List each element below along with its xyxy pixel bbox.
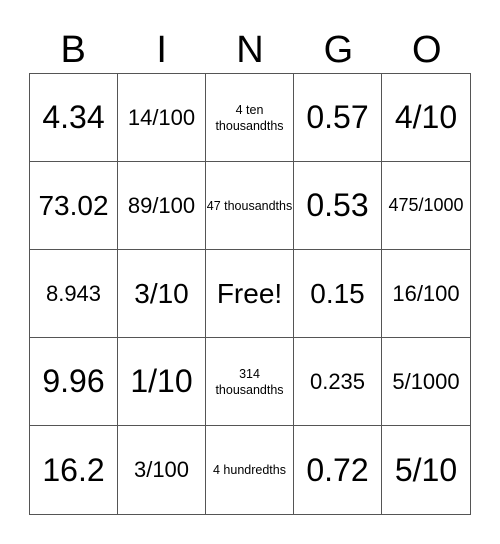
bingo-cell-text: 47 thousandths	[206, 198, 293, 213]
bingo-cell-text: Free!	[216, 277, 283, 309]
bingo-cell[interactable]: 16.2	[30, 426, 118, 514]
bingo-cell-text: 4/10	[394, 99, 458, 135]
bingo-cell-text: 0.235	[309, 368, 366, 394]
bingo-cell-text: 314 thousandths	[215, 366, 284, 397]
bingo-cell[interactable]: 89/100	[118, 162, 206, 250]
bingo-cell[interactable]: 314 thousandths	[206, 338, 294, 426]
bingo-cell-text: 8.943	[45, 280, 102, 306]
bingo-cell[interactable]: 8.943	[30, 250, 118, 338]
bingo-cell-text: 0.57	[306, 99, 369, 135]
bingo-free-space[interactable]: Free!	[206, 250, 294, 338]
bingo-cell-text: 5/10	[394, 451, 458, 488]
bingo-cell[interactable]: 4/10	[382, 74, 470, 162]
header-letter-o: O	[412, 29, 442, 71]
bingo-cell-text: 3/10	[134, 277, 189, 309]
bingo-cell[interactable]: 4 ten thousandths	[206, 74, 294, 162]
bingo-cell-text: 1/10	[130, 363, 193, 399]
bingo-cell[interactable]: 5/1000	[382, 338, 470, 426]
header-letter-b: B	[60, 29, 86, 71]
bingo-cell-text: 9.96	[42, 363, 105, 399]
header-letter-n: N	[236, 29, 264, 71]
bingo-cell[interactable]: 4.34	[30, 74, 118, 162]
bingo-cell[interactable]: 73.02	[30, 162, 118, 250]
bingo-cell[interactable]: 0.57	[294, 74, 382, 162]
bingo-cell-text: 89/100	[127, 192, 196, 218]
bingo-cell[interactable]: 0.72	[294, 426, 382, 514]
bingo-cell[interactable]: 0.15	[294, 250, 382, 338]
bingo-cell-text: 0.72	[306, 451, 369, 488]
bingo-cell[interactable]: 0.53	[294, 162, 382, 250]
bingo-header: B I N G O	[29, 30, 471, 70]
bingo-cell[interactable]: 47 thousandths	[206, 162, 294, 250]
bingo-cell-text: 16.2	[42, 451, 105, 488]
bingo-cell[interactable]: 5/10	[382, 426, 470, 514]
bingo-card-grid: 4.34 14/100 4 ten thousandths 0.57 4/10 73.02…	[29, 73, 471, 515]
bingo-cell-text: 0.53	[306, 187, 369, 223]
bingo-cell-text: 4.34	[42, 99, 105, 135]
bingo-cell-text: 3/100	[133, 457, 190, 482]
bingo-cell[interactable]: 475/1000	[382, 162, 470, 250]
bingo-cell-text: 0.15	[310, 277, 365, 309]
bingo-cell[interactable]: 3/10	[118, 250, 206, 338]
bingo-cell[interactable]: 9.96	[30, 338, 118, 426]
bingo-cell-text: 4 ten thousandths	[215, 102, 284, 133]
bingo-cell[interactable]: 16/100	[382, 250, 470, 338]
bingo-cell[interactable]: 1/10	[118, 338, 206, 426]
bingo-cell-text: 14/100	[127, 104, 196, 130]
header-letter-g: G	[323, 29, 354, 71]
bingo-cell-text: 4 hundredths	[213, 463, 286, 477]
bingo-cell[interactable]: 14/100	[118, 74, 206, 162]
header-letter-i: I	[156, 29, 167, 71]
bingo-cell[interactable]: 4 hundredths	[206, 426, 294, 514]
bingo-cell-text: 16/100	[392, 280, 460, 306]
bingo-cell-text: 73.02	[38, 189, 109, 221]
bingo-cell-text: 5/1000	[392, 368, 460, 394]
bingo-cell-text: 475/1000	[388, 195, 464, 215]
bingo-cell[interactable]: 3/100	[118, 426, 206, 514]
bingo-cell[interactable]: 0.235	[294, 338, 382, 426]
